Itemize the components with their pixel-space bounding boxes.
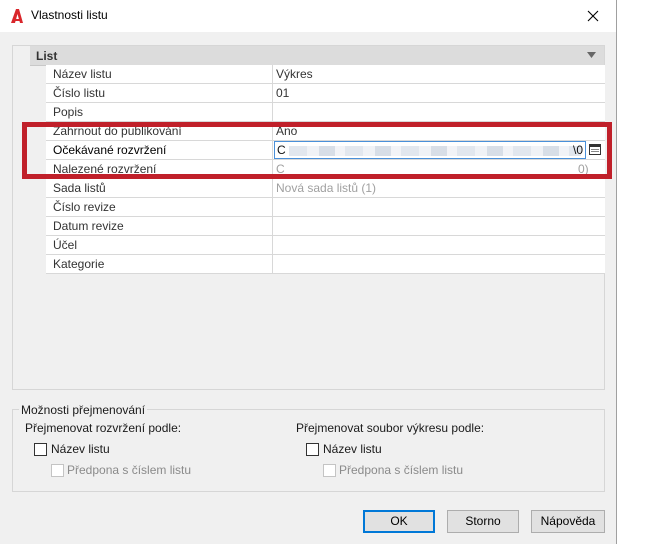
close-icon: [587, 10, 599, 22]
property-row: Sada listů Nová sada listů (1): [46, 179, 605, 198]
property-value[interactable]: [273, 103, 605, 121]
property-row[interactable]: Číslo listu 01: [46, 84, 605, 103]
redacted-path: [289, 146, 581, 156]
cancel-button[interactable]: Storno: [447, 510, 519, 533]
window-title: Vlastnosti listu: [31, 8, 108, 22]
property-name: Datum revize: [46, 217, 273, 235]
found-layout-value: C: [276, 162, 285, 176]
rename-drawing-by-sheet-name-checkbox[interactable]: [306, 443, 319, 456]
close-button[interactable]: [570, 0, 616, 32]
expected-layout-value: C: [277, 143, 286, 157]
ok-button[interactable]: OK: [363, 510, 435, 533]
property-name: Číslo listu: [46, 84, 273, 102]
property-row[interactable]: Popis: [46, 103, 605, 122]
found-layout-value-end: 0): [578, 162, 589, 176]
property-value[interactable]: [273, 217, 605, 235]
property-name: Název listu: [46, 65, 273, 83]
properties-panel: List Název listu Výkres Číslo listu 01 P…: [12, 45, 605, 390]
browse-icon[interactable]: [589, 144, 601, 155]
property-name: Číslo revize: [46, 198, 273, 216]
property-row[interactable]: Zahrnout do publikování Ano: [46, 122, 605, 141]
collapse-arrow-icon[interactable]: [587, 52, 596, 58]
rename-layout-by-sheet-name-checkbox[interactable]: [34, 443, 47, 456]
property-row-expected-layout[interactable]: Očekávané rozvržení C \0: [46, 141, 605, 160]
layout-prefix-sheet-number-checkbox: [51, 464, 64, 477]
property-name: Popis: [46, 103, 273, 121]
property-row[interactable]: Název listu Výkres: [46, 65, 605, 84]
rename-layout-by-sheet-name-label[interactable]: Název listu: [51, 442, 110, 456]
rename-options-label: Možnosti přejmenování: [19, 403, 148, 417]
property-row: Nalezené rozvržení C 0): [46, 160, 605, 179]
expected-layout-input[interactable]: C \0: [274, 141, 586, 159]
drawing-prefix-sheet-number-label: Předpona s číslem listu: [339, 463, 464, 477]
title-bar: Vlastnosti listu: [0, 0, 616, 32]
property-grid: Název listu Výkres Číslo listu 01 Popis …: [46, 65, 605, 274]
section-header[interactable]: List: [30, 46, 604, 66]
property-value[interactable]: [273, 236, 605, 254]
property-row[interactable]: Kategorie: [46, 255, 605, 274]
property-name: Očekávané rozvržení: [46, 141, 273, 159]
layout-prefix-sheet-number-label: Předpona s číslem listu: [67, 463, 192, 477]
rename-drawing-by-sheet-name-label[interactable]: Název listu: [323, 442, 382, 456]
property-name: Zahrnout do publikování: [46, 122, 273, 140]
property-value: C 0): [273, 160, 605, 178]
property-value[interactable]: Výkres: [273, 65, 605, 83]
drawing-prefix-sheet-number-checkbox: [323, 464, 336, 477]
property-row[interactable]: Datum revize: [46, 217, 605, 236]
property-value[interactable]: 01: [273, 84, 605, 102]
property-name: Nalezené rozvržení: [46, 160, 273, 178]
section-title: List: [36, 49, 58, 63]
property-value[interactable]: [273, 198, 605, 216]
sheet-properties-dialog: Vlastnosti listu List Název listu Výkres…: [0, 0, 617, 544]
property-value: Nová sada listů (1): [276, 181, 377, 195]
property-value[interactable]: [273, 255, 605, 273]
expected-layout-value-end: \0: [572, 143, 583, 157]
autocad-a-icon: [11, 9, 23, 23]
property-name: Kategorie: [46, 255, 273, 273]
property-row[interactable]: Účel: [46, 236, 605, 255]
property-name: Účel: [46, 236, 273, 254]
rename-layout-heading: Přejmenovat rozvržení podle:: [25, 421, 182, 435]
property-name: Sada listů: [46, 179, 273, 197]
help-button[interactable]: Nápověda: [531, 510, 605, 533]
rename-drawing-heading: Přejmenovat soubor výkresu podle:: [296, 421, 485, 435]
property-value[interactable]: Ano: [273, 122, 605, 140]
property-row[interactable]: Číslo revize: [46, 198, 605, 217]
